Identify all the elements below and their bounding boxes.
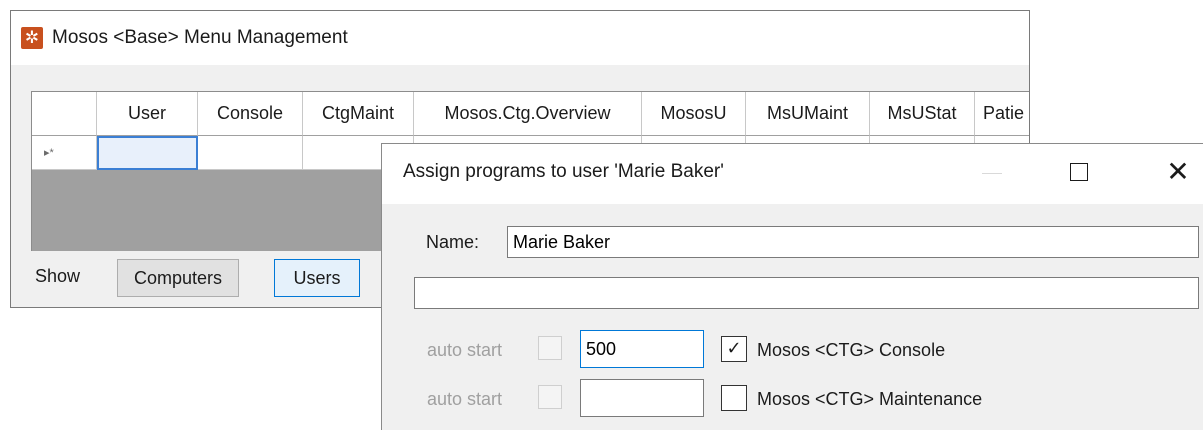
auto-start-label-console: auto start: [427, 340, 503, 360]
description-input[interactable]: [414, 277, 1199, 309]
close-icon[interactable]: ✕: [1164, 156, 1192, 188]
column-header-ctgmaint[interactable]: CtgMaint: [303, 92, 414, 136]
new-row-marker[interactable]: ▸*: [32, 136, 97, 170]
dialog-title: Assign programs to user 'Marie Baker': [403, 161, 724, 182]
auto-start-label-maintenance: auto start: [427, 389, 503, 409]
program-checkbox-console[interactable]: ✓: [721, 336, 747, 362]
assign-programs-dialog: Assign programs to user 'Marie Baker' ✕ …: [381, 143, 1203, 430]
maximize-icon[interactable]: [1070, 163, 1088, 181]
program-checkbox-maintenance[interactable]: [721, 385, 747, 411]
computers-button[interactable]: Computers: [117, 259, 239, 297]
main-titlebar[interactable]: ✲ Mosos <Base> Menu Management: [11, 11, 1029, 65]
column-header-mososu[interactable]: MososU: [642, 92, 746, 136]
column-header-user[interactable]: User: [97, 92, 198, 136]
program-label-maintenance[interactable]: Mosos <CTG> Maintenance: [757, 389, 982, 410]
minimize-icon: [982, 173, 1002, 174]
column-header-msustat[interactable]: MsUStat: [870, 92, 975, 136]
show-label: Show: [35, 266, 81, 286]
grid-cell-user[interactable]: [97, 136, 198, 170]
auto-start-checkbox-console: [538, 336, 562, 360]
dialog-titlebar[interactable]: Assign programs to user 'Marie Baker' ✕: [382, 144, 1203, 204]
order-input-maintenance[interactable]: [580, 379, 704, 417]
main-window-title: Mosos <Base> Menu Management: [52, 27, 348, 48]
row-header-corner: [32, 92, 97, 136]
users-button[interactable]: Users: [274, 259, 360, 297]
column-header-mosos-ctg-overview[interactable]: Mosos.Ctg.Overview: [414, 92, 642, 136]
auto-start-checkbox-maintenance: [538, 385, 562, 409]
column-header-msumaint[interactable]: MsUMaint: [746, 92, 870, 136]
order-input-console[interactable]: [580, 330, 704, 368]
program-label-console[interactable]: Mosos <CTG> Console: [757, 340, 945, 361]
name-input[interactable]: [507, 226, 1199, 258]
grid-header: User Console CtgMaint Mosos.Ctg.Overview…: [32, 92, 1029, 136]
column-header-console[interactable]: Console: [198, 92, 303, 136]
name-label: Name:: [426, 232, 480, 252]
column-header-patie[interactable]: Patie: [975, 92, 1029, 136]
gear-icon: ✲: [21, 27, 43, 49]
grid-cell-console[interactable]: [198, 136, 303, 170]
